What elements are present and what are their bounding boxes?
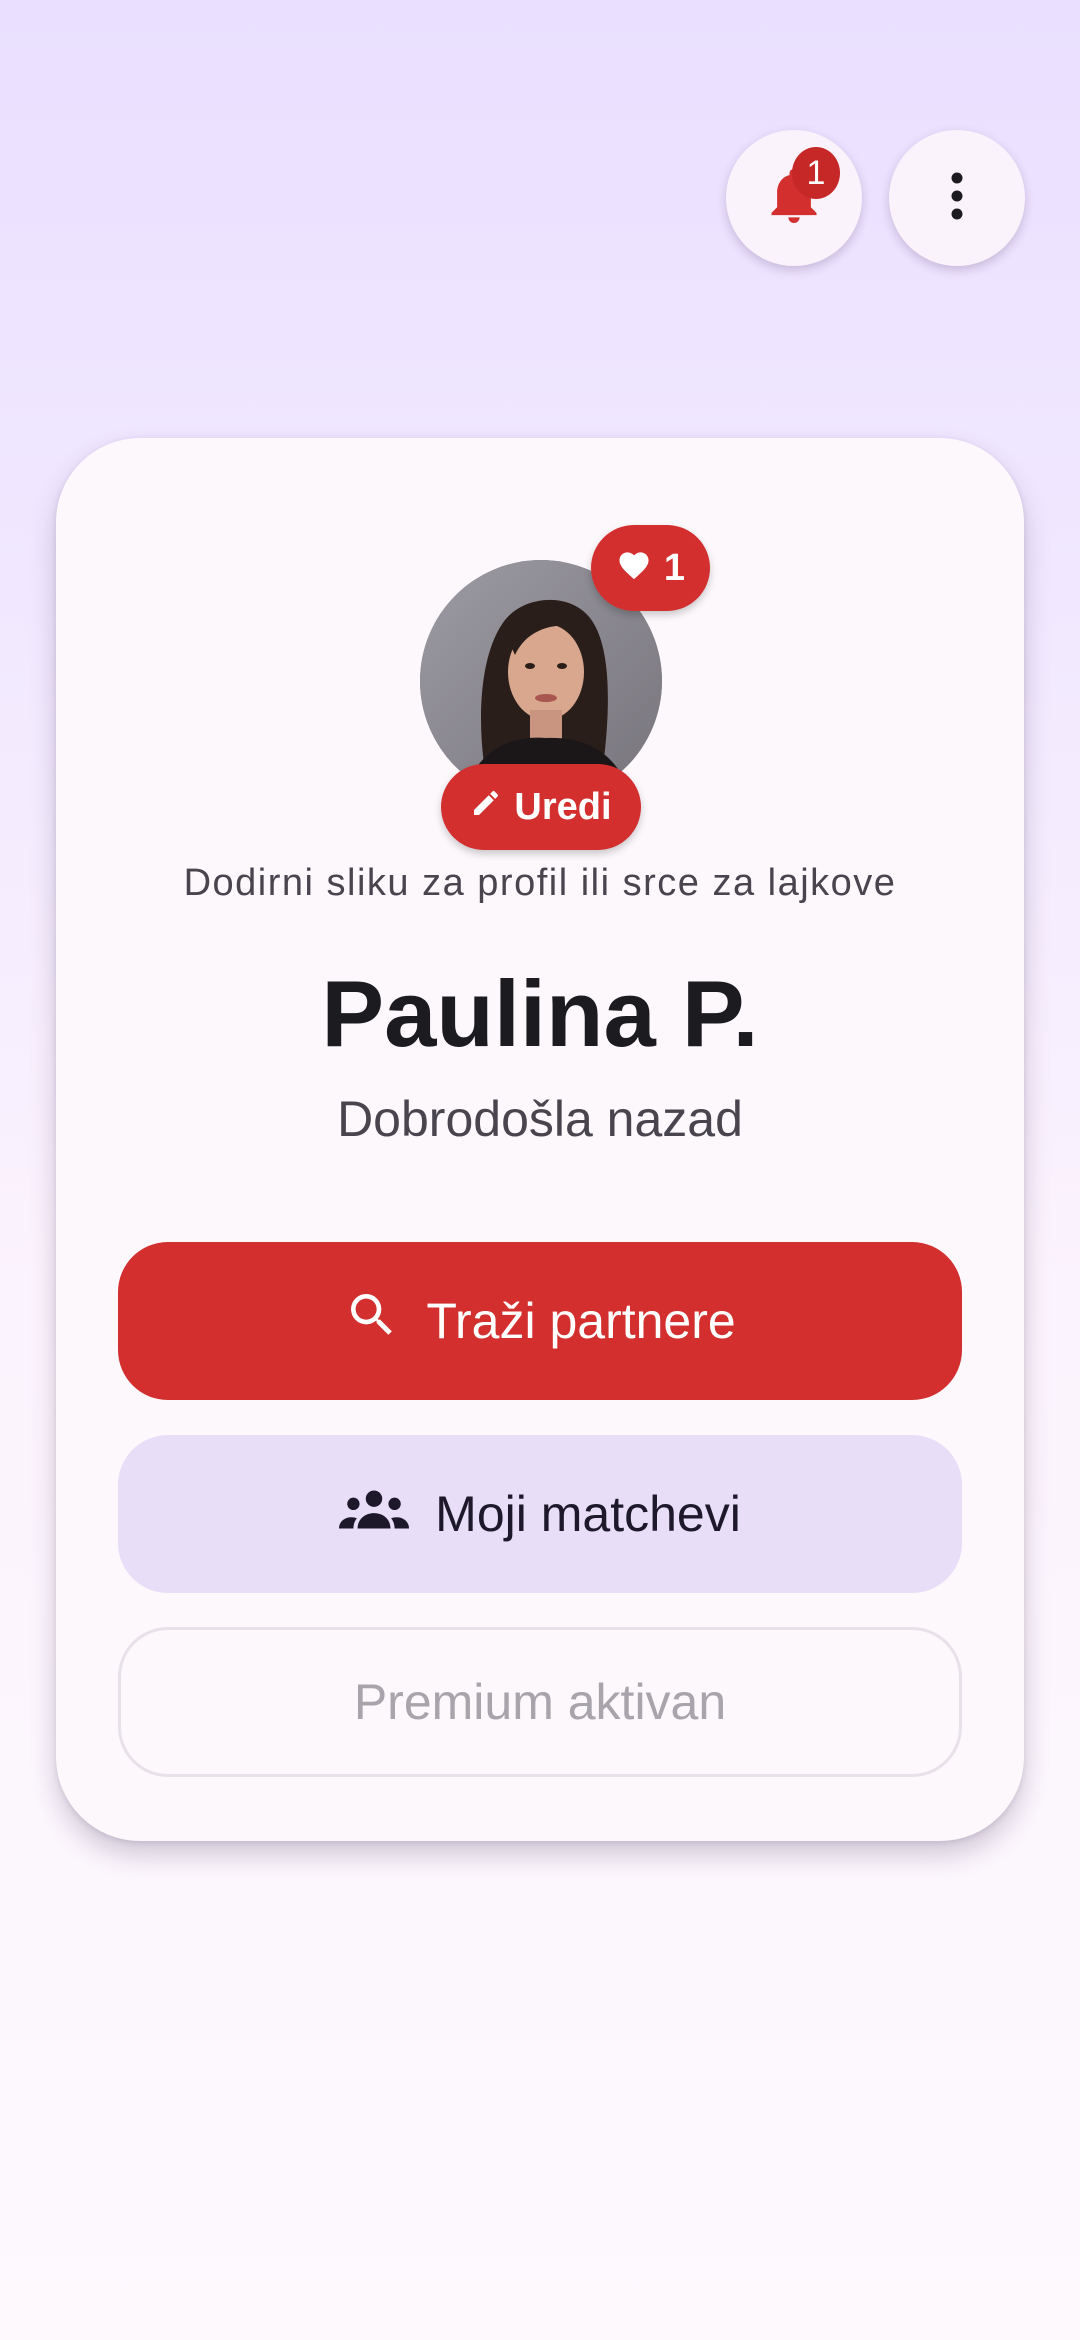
group-icon xyxy=(339,1485,410,1543)
notification-count: 1 xyxy=(806,153,826,192)
my-matches-label: Moji matchevi xyxy=(435,1486,741,1542)
premium-status-button: Premium aktivan xyxy=(118,1627,962,1777)
edit-profile-button[interactable]: Uredi xyxy=(441,764,641,850)
profile-hint: Dodirni sliku za profil ili srce za lajk… xyxy=(183,862,897,904)
more-vert-icon xyxy=(950,171,964,226)
search-partners-label: Traži partnere xyxy=(426,1293,736,1349)
search-icon xyxy=(344,1287,400,1355)
heart-icon xyxy=(616,547,652,590)
premium-label: Premium aktivan xyxy=(353,1674,727,1730)
pencil-icon xyxy=(470,786,502,829)
edit-label: Uredi xyxy=(514,785,612,828)
likes-chip[interactable]: 1 xyxy=(591,525,710,611)
notification-badge: 1 xyxy=(792,147,840,199)
my-matches-button[interactable]: Moji matchevi xyxy=(118,1435,962,1593)
welcome-message: Dobrodošla nazad xyxy=(337,1091,743,1147)
likes-count: 1 xyxy=(663,546,686,589)
notifications-button[interactable] xyxy=(726,130,862,266)
more-options-button[interactable] xyxy=(889,130,1025,266)
profile-name: Paulina P. xyxy=(321,961,759,1066)
search-partners-button[interactable]: Traži partnere xyxy=(118,1242,962,1400)
